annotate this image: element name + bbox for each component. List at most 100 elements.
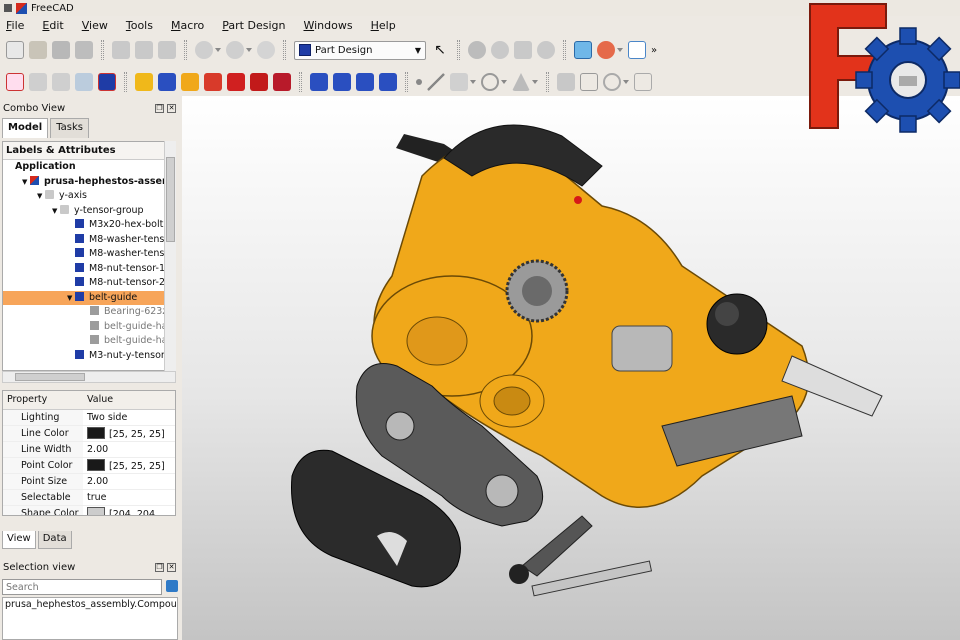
groove-icon[interactable] (273, 73, 291, 91)
draft-icon[interactable] (512, 73, 530, 91)
tree-item[interactable]: belt-guide-half (3, 320, 175, 335)
property-value[interactable]: [25, 25, 25] (83, 425, 175, 442)
float-panel-icon[interactable]: ❐ (155, 103, 164, 113)
tree-item[interactable]: M3x20-hex-bolt (3, 218, 175, 233)
print-icon[interactable] (75, 41, 93, 59)
property-value[interactable]: 2.00 (83, 473, 175, 490)
copy-icon[interactable] (135, 41, 153, 59)
property-row[interactable]: Lighting Two side (3, 409, 175, 426)
3d-viewport[interactable] (182, 96, 960, 640)
sweep-icon[interactable] (204, 73, 222, 91)
property-value[interactable]: 2.00 (83, 441, 175, 458)
tree-item[interactable]: ▼ belt-guide (3, 290, 175, 306)
revolution-icon[interactable] (158, 73, 176, 91)
menu-file[interactable]: File (6, 19, 24, 32)
property-row[interactable]: Point Size 2.00 (3, 473, 175, 490)
menu-edit[interactable]: Edit (42, 19, 63, 32)
macro-edit-icon[interactable] (514, 41, 532, 59)
boolean-icon[interactable] (580, 73, 598, 91)
tree-item[interactable]: ▼ y-axis (3, 189, 175, 204)
expand-arrow-icon[interactable]: ▼ (52, 204, 60, 219)
undo-icon[interactable] (195, 41, 213, 59)
window-menu-icon[interactable] (4, 4, 12, 12)
menu-windows[interactable]: Windows (303, 19, 352, 32)
clear-search-icon[interactable] (166, 580, 178, 592)
tree-scroll-thumb[interactable] (166, 157, 175, 242)
pad-icon[interactable] (135, 73, 153, 91)
tree-item[interactable]: M8-nut-tensor-1 (3, 262, 175, 277)
pocket-icon[interactable] (227, 73, 245, 91)
isometric-view-icon[interactable] (628, 41, 646, 59)
property-editor[interactable]: Property Value Lighting Two side Line Colo… (2, 390, 176, 516)
primitive-icon[interactable] (634, 73, 652, 91)
selection-list[interactable]: prusa_hephestos_assembly.CompoundC (2, 597, 178, 640)
gear-tool-icon[interactable] (603, 73, 621, 91)
new-document-icon[interactable] (6, 41, 24, 59)
paste-icon[interactable] (158, 41, 176, 59)
tab-model[interactable]: Model (2, 118, 49, 138)
multi-transform-icon[interactable] (379, 73, 397, 91)
draw-style-icon[interactable] (597, 41, 615, 59)
expand-arrow-icon[interactable]: ▼ (37, 189, 45, 204)
selection-item[interactable]: prusa_hephestos_assembly.CompoundC (5, 599, 177, 610)
expand-arrow-icon[interactable]: ▼ (67, 291, 75, 306)
linear-pattern-icon[interactable] (333, 73, 351, 91)
close-panel-icon[interactable]: ✕ (167, 103, 176, 113)
expand-arrow-icon[interactable]: ▼ (22, 175, 30, 190)
macro-run-icon[interactable] (537, 41, 555, 59)
tab-view[interactable]: View (2, 531, 36, 549)
tree-item[interactable]: belt-guide-half (3, 334, 175, 349)
color-swatch[interactable] (87, 458, 105, 471)
open-folder-icon[interactable] (29, 41, 47, 59)
redo-icon[interactable] (226, 41, 244, 59)
tree-horizontal-scrollbar[interactable] (2, 371, 176, 383)
tree-item[interactable]: ▼ prusa-hephestos-assembly (3, 175, 175, 190)
menu-part-design[interactable]: Part Design (222, 19, 285, 32)
menu-view[interactable]: View (82, 19, 108, 32)
property-value[interactable]: [25, 25, 25] (83, 457, 175, 474)
hole-icon[interactable] (250, 73, 268, 91)
tree-item[interactable]: M8-nut-tensor-2 (3, 276, 175, 291)
sketch-tool-icon[interactable] (557, 73, 575, 91)
save-icon[interactable] (52, 41, 70, 59)
tree-item[interactable]: M8-washer-tensor (3, 233, 175, 248)
close-panel-icon[interactable]: ✕ (167, 562, 176, 572)
menu-tools[interactable]: Tools (126, 19, 153, 32)
menu-help[interactable]: Help (371, 19, 396, 32)
loft-icon[interactable] (181, 73, 199, 91)
float-panel-icon[interactable]: ❐ (155, 562, 164, 572)
view-section-icon[interactable] (75, 73, 93, 91)
datum-point-icon[interactable] (416, 79, 422, 85)
property-row[interactable]: Line Color [25, 25, 25] (3, 425, 175, 442)
tree-item[interactable]: M3-nut-y-tensor- (3, 349, 175, 364)
macro-record-icon[interactable] (468, 41, 486, 59)
property-value[interactable]: [204, 204, (83, 505, 175, 515)
tree-item[interactable]: Bearing-623zz (3, 305, 175, 320)
tree-hscroll-thumb[interactable] (15, 373, 85, 381)
color-swatch[interactable] (87, 506, 105, 515)
whats-this-icon[interactable]: ↖ (431, 41, 449, 59)
menu-macro[interactable]: Macro (171, 19, 204, 32)
tab-data[interactable]: Data (37, 531, 72, 549)
fit-all-icon[interactable] (574, 41, 592, 59)
workbench-selector[interactable]: Part Design ▼ (294, 40, 426, 60)
tree-vertical-scrollbar[interactable] (164, 141, 176, 371)
tree-item[interactable]: M8-washer-tensor (3, 247, 175, 262)
polar-pattern-icon[interactable] (356, 73, 374, 91)
tab-tasks[interactable]: Tasks (50, 118, 89, 138)
property-row[interactable]: Line Width 2.00 (3, 441, 175, 458)
validate-sketch-icon[interactable] (29, 73, 47, 91)
property-value[interactable]: Two side (83, 409, 175, 426)
datum-line-icon[interactable] (427, 73, 445, 91)
property-value[interactable]: true (83, 489, 175, 506)
tree-item[interactable]: ▼ y-tensor-group (3, 204, 175, 219)
tree-item[interactable]: Application (3, 160, 175, 175)
mirrored-icon[interactable] (310, 73, 328, 91)
toolbar-overflow-icon[interactable]: » (651, 45, 657, 56)
property-row[interactable]: Point Color [25, 25, 25] (3, 457, 175, 474)
color-swatch[interactable] (87, 426, 105, 439)
map-sketch-icon[interactable] (52, 73, 70, 91)
cut-icon[interactable] (112, 41, 130, 59)
datum-plane-icon[interactable] (450, 73, 468, 91)
refresh-icon[interactable] (257, 41, 275, 59)
